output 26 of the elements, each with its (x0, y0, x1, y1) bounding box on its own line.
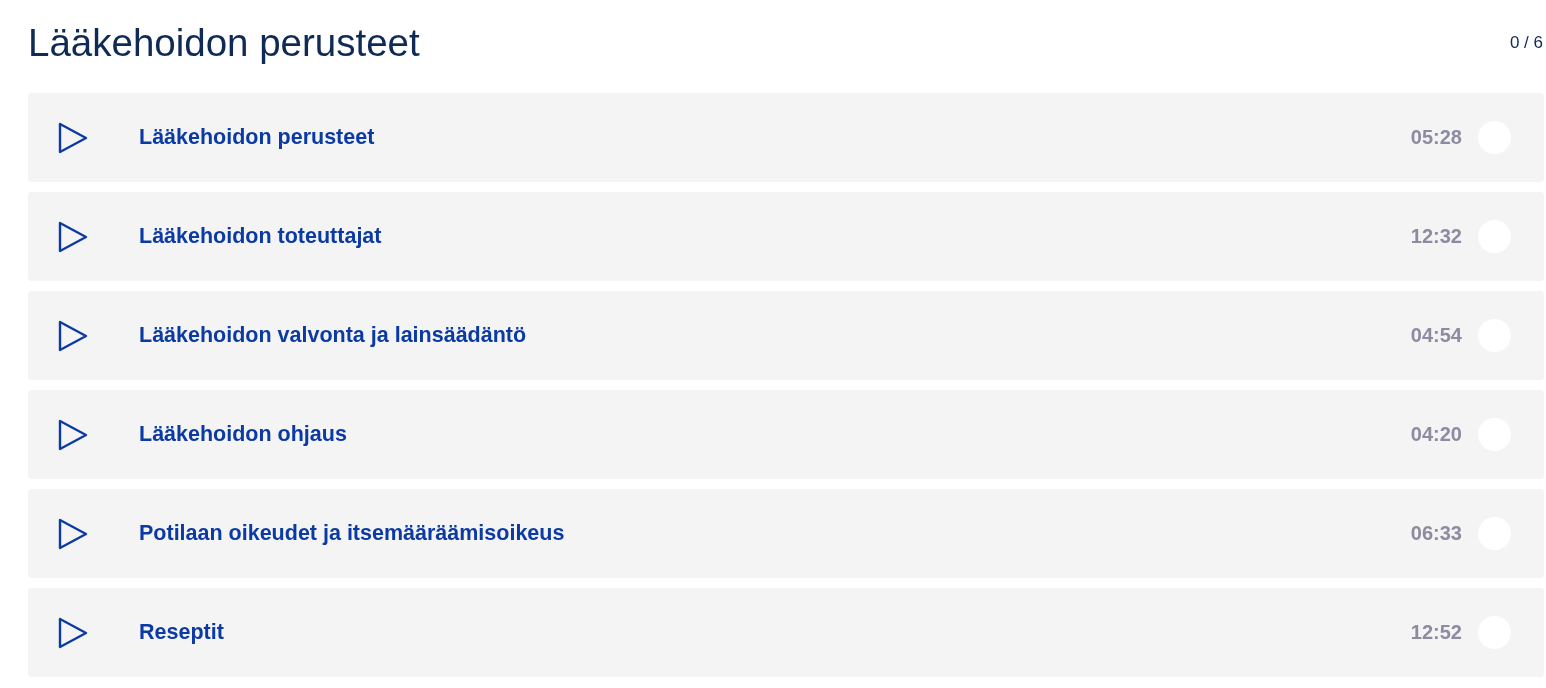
lesson-duration: 04:20 (1410, 423, 1462, 446)
lesson-row[interactable]: Lääkehoidon perusteet 05:28 (28, 93, 1544, 182)
play-icon (58, 319, 88, 352)
progress-counter: 0 / 6 (1509, 33, 1544, 53)
lesson-duration: 06:33 (1410, 522, 1462, 545)
play-icon (58, 517, 88, 550)
lesson-duration: 05:28 (1410, 126, 1462, 149)
lesson-title: Reseptit (139, 620, 225, 645)
lesson-title: Lääkehoidon ohjaus (139, 422, 348, 447)
play-icon (58, 418, 88, 451)
lesson-duration: 04:54 (1410, 324, 1462, 347)
play-icon (58, 121, 88, 154)
lesson-title: Lääkehoidon valvonta ja lainsäädäntö (139, 323, 528, 348)
play-icon (58, 616, 88, 649)
lesson-duration: 12:52 (1410, 621, 1462, 644)
page-title: Lääkehoidon perusteet (28, 20, 420, 66)
lesson-title: Lääkehoidon perusteet (139, 125, 376, 150)
lesson-title: Lääkehoidon toteuttajat (139, 224, 383, 249)
lesson-title: Potilaan oikeudet ja itsemääräämisoikeus (139, 521, 566, 546)
lesson-row[interactable]: Lääkehoidon valvonta ja lainsäädäntö 04:54 (28, 291, 1544, 380)
lesson-row[interactable]: Lääkehoidon toteuttajat 12:32 (28, 192, 1544, 281)
lesson-duration: 12:32 (1410, 225, 1462, 248)
play-icon (58, 220, 88, 253)
lesson-row[interactable]: Lääkehoidon ohjaus 04:20 (28, 390, 1544, 479)
lesson-row[interactable]: Reseptit 12:52 (28, 588, 1544, 677)
lesson-row[interactable]: Potilaan oikeudet ja itsemääräämisoikeus 06:33 (28, 489, 1544, 578)
